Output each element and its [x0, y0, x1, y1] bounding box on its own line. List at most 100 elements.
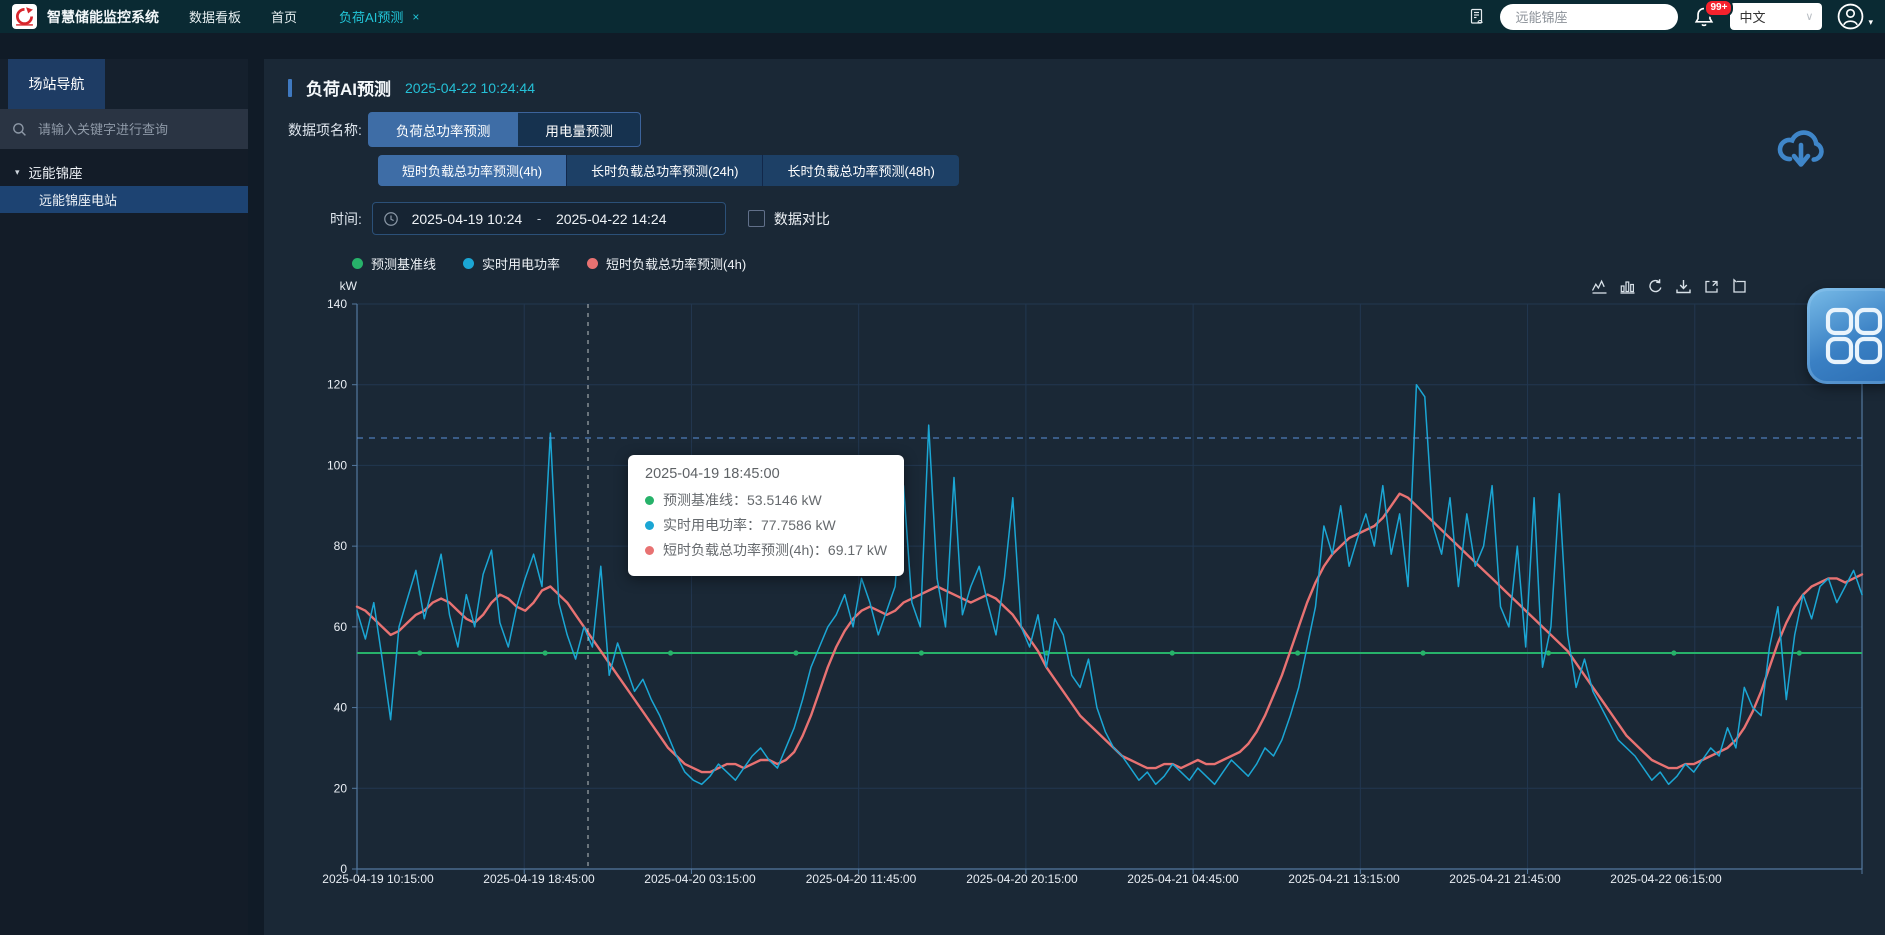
- tab-station-navigation[interactable]: 场站导航: [8, 59, 105, 109]
- time-end-input[interactable]: [543, 210, 679, 228]
- sidebar: 场站导航 ▾ 远能锦座 远能锦座电站: [0, 59, 248, 935]
- station-report-icon[interactable]: [1468, 8, 1485, 25]
- data-compare-checkbox[interactable]: [748, 210, 765, 227]
- svg-text:140: 140: [327, 297, 347, 311]
- legend-item-forecast-4h[interactable]: 短时负载总功率预测(4h): [587, 254, 746, 273]
- page-timestamp: 2025-04-22 10:24:44: [405, 80, 535, 96]
- tab-energy-consumption-forecast[interactable]: 用电量预测: [518, 112, 641, 147]
- chart-legend: 预测基准线 实时用电功率 短时负载总功率预测(4h): [352, 254, 1885, 273]
- data-item-row: 数据项名称: 负荷总功率预测 用电量预测: [288, 112, 1885, 147]
- legend-dot-green: [352, 258, 363, 269]
- time-range-picker[interactable]: -: [372, 202, 726, 235]
- tab-close-icon[interactable]: ×: [412, 10, 419, 24]
- caret-down-icon[interactable]: ▾: [15, 167, 20, 178]
- tooltip-dot-red: [645, 546, 654, 555]
- tooltip-label: 实时用电功率：77.7586 kW: [663, 513, 836, 538]
- line-chart-icon[interactable]: [1591, 278, 1608, 295]
- nav-item-dashboard[interactable]: 数据看板: [189, 7, 241, 26]
- chart-area[interactable]: 020406080100120140kW2025-04-19 10:15:002…: [290, 274, 1880, 919]
- refresh-icon[interactable]: [1647, 278, 1664, 295]
- bar-chart-icon[interactable]: [1619, 278, 1636, 295]
- time-start-input[interactable]: [399, 210, 535, 228]
- page-header: 负荷AI预测 2025-04-22 10:24:44: [288, 77, 1885, 98]
- logo: [12, 4, 37, 29]
- navbar-right: 99+ 中文 ∨ ▾: [1468, 3, 1873, 30]
- export-download-button[interactable]: [1775, 123, 1827, 174]
- data-zoom-icon[interactable]: [1703, 278, 1720, 295]
- data-compare-label: 数据对比: [774, 209, 830, 229]
- svg-text:2025-04-20 20:15:00: 2025-04-20 20:15:00: [966, 872, 1078, 886]
- data-item-label: 数据项名称:: [288, 120, 362, 140]
- logo-icon: [14, 6, 35, 27]
- notification-badge: 99+: [1704, 0, 1733, 17]
- nav-item-home[interactable]: 首页: [271, 7, 297, 26]
- svg-text:2025-04-21 21:45:00: 2025-04-21 21:45:00: [1449, 872, 1561, 886]
- search-icon: [12, 122, 27, 137]
- svg-text:2025-04-19 18:45:00: 2025-04-19 18:45:00: [483, 872, 595, 886]
- station-search-input[interactable]: [1513, 8, 1665, 25]
- time-row: 时间: - 数据对比: [288, 202, 1885, 235]
- clock-icon: [383, 211, 399, 227]
- grid-apps-icon: [1824, 306, 1884, 366]
- svg-text:40: 40: [334, 701, 348, 715]
- top-navbar: 智慧储能监控系统 数据看板 首页 负荷AI预测 × 99+ 中文 ∨: [0, 0, 1885, 33]
- legend-dot-blue: [463, 258, 474, 269]
- zoom-restore-icon[interactable]: [1731, 278, 1748, 295]
- tooltip-row-forecast: 短时负载总功率预测(4h)：69.17 kW: [645, 538, 887, 563]
- tree-node-label: 远能锦座: [29, 162, 83, 182]
- legend-item-realtime-power[interactable]: 实时用电功率: [463, 254, 560, 273]
- time-separator: -: [535, 211, 543, 226]
- station-search[interactable]: [1500, 4, 1678, 30]
- chevron-down-icon: ∨: [1805, 10, 1813, 23]
- legend-label: 实时用电功率: [482, 254, 560, 273]
- svg-text:2025-04-22 06:15:00: 2025-04-22 06:15:00: [1610, 872, 1722, 886]
- tab-label: 负荷AI预测: [339, 7, 403, 26]
- station-tree: ▾ 远能锦座 远能锦座电站: [0, 149, 248, 213]
- tab-load-total-power-forecast[interactable]: 负荷总功率预测: [368, 112, 519, 147]
- tree-node-station-group[interactable]: ▾ 远能锦座: [0, 158, 248, 186]
- quick-panel-button[interactable]: [1807, 288, 1885, 384]
- legend-item-baseline[interactable]: 预测基准线: [352, 254, 436, 273]
- tooltip-label: 预测基准线：53.5146 kW: [663, 488, 822, 513]
- user-caret-icon[interactable]: ▾: [1868, 17, 1873, 30]
- svg-text:80: 80: [334, 539, 348, 553]
- sidebar-search-input[interactable]: [36, 121, 236, 138]
- svg-text:60: 60: [334, 620, 348, 634]
- duration-tabs: 短时负载总功率预测(4h) 长时负载总功率预测(24h) 长时负载总功率预测(4…: [378, 155, 1885, 186]
- notifications[interactable]: 99+: [1693, 6, 1715, 28]
- chart-tooltip: 2025-04-19 18:45:00 预测基准线：53.5146 kW 实时用…: [628, 455, 904, 576]
- main-panel: 负荷AI预测 2025-04-22 10:24:44 数据项名称: 负荷总功率预…: [264, 59, 1885, 935]
- language-value: 中文: [1739, 7, 1765, 26]
- cloud-download-icon[interactable]: [1775, 123, 1827, 171]
- svg-text:2025-04-19 10:15:00: 2025-04-19 10:15:00: [322, 872, 434, 886]
- tab-long-term-24h[interactable]: 长时负载总功率预测(24h): [567, 155, 763, 186]
- data-item-tabs: 负荷总功率预测 用电量预测: [368, 112, 641, 147]
- svg-text:20: 20: [334, 781, 348, 795]
- data-compare-option[interactable]: 数据对比: [748, 209, 830, 229]
- app-title: 智慧储能监控系统: [47, 7, 159, 27]
- svg-text:2025-04-21 13:15:00: 2025-04-21 13:15:00: [1288, 872, 1400, 886]
- legend-label: 预测基准线: [371, 254, 436, 273]
- tooltip-timestamp: 2025-04-19 18:45:00: [645, 466, 887, 482]
- svg-text:2025-04-21 04:45:00: 2025-04-21 04:45:00: [1127, 872, 1239, 886]
- legend-label: 短时负载总功率预测(4h): [606, 254, 746, 273]
- language-select[interactable]: 中文 ∨: [1730, 3, 1822, 30]
- tooltip-label: 短时负载总功率预测(4h)：69.17 kW: [663, 538, 887, 563]
- user-menu[interactable]: ▾: [1837, 3, 1873, 30]
- line-chart[interactable]: 020406080100120140kW2025-04-19 10:15:002…: [290, 274, 1880, 919]
- tooltip-dot-green: [645, 496, 654, 505]
- avatar-icon[interactable]: [1837, 3, 1864, 30]
- time-label: 时间:: [330, 209, 362, 229]
- sidebar-search[interactable]: [0, 109, 248, 149]
- legend-dot-red: [587, 258, 598, 269]
- download-icon[interactable]: [1675, 278, 1692, 295]
- title-accent-bar: [288, 79, 292, 97]
- tab-short-term-4h[interactable]: 短时负载总功率预测(4h): [378, 155, 567, 186]
- tab-load-ai-forecast[interactable]: 负荷AI预测 ×: [339, 7, 419, 26]
- tree-node-station-selected[interactable]: 远能锦座电站: [0, 186, 248, 213]
- app-root: { "navbar": { "brand": "智慧储能监控系统", "item…: [0, 0, 1885, 935]
- chart-toolbar: [1591, 278, 1748, 295]
- tab-long-term-48h[interactable]: 长时负载总功率预测(48h): [763, 155, 958, 186]
- svg-text:2025-04-20 11:45:00: 2025-04-20 11:45:00: [806, 872, 917, 886]
- svg-text:100: 100: [327, 458, 347, 472]
